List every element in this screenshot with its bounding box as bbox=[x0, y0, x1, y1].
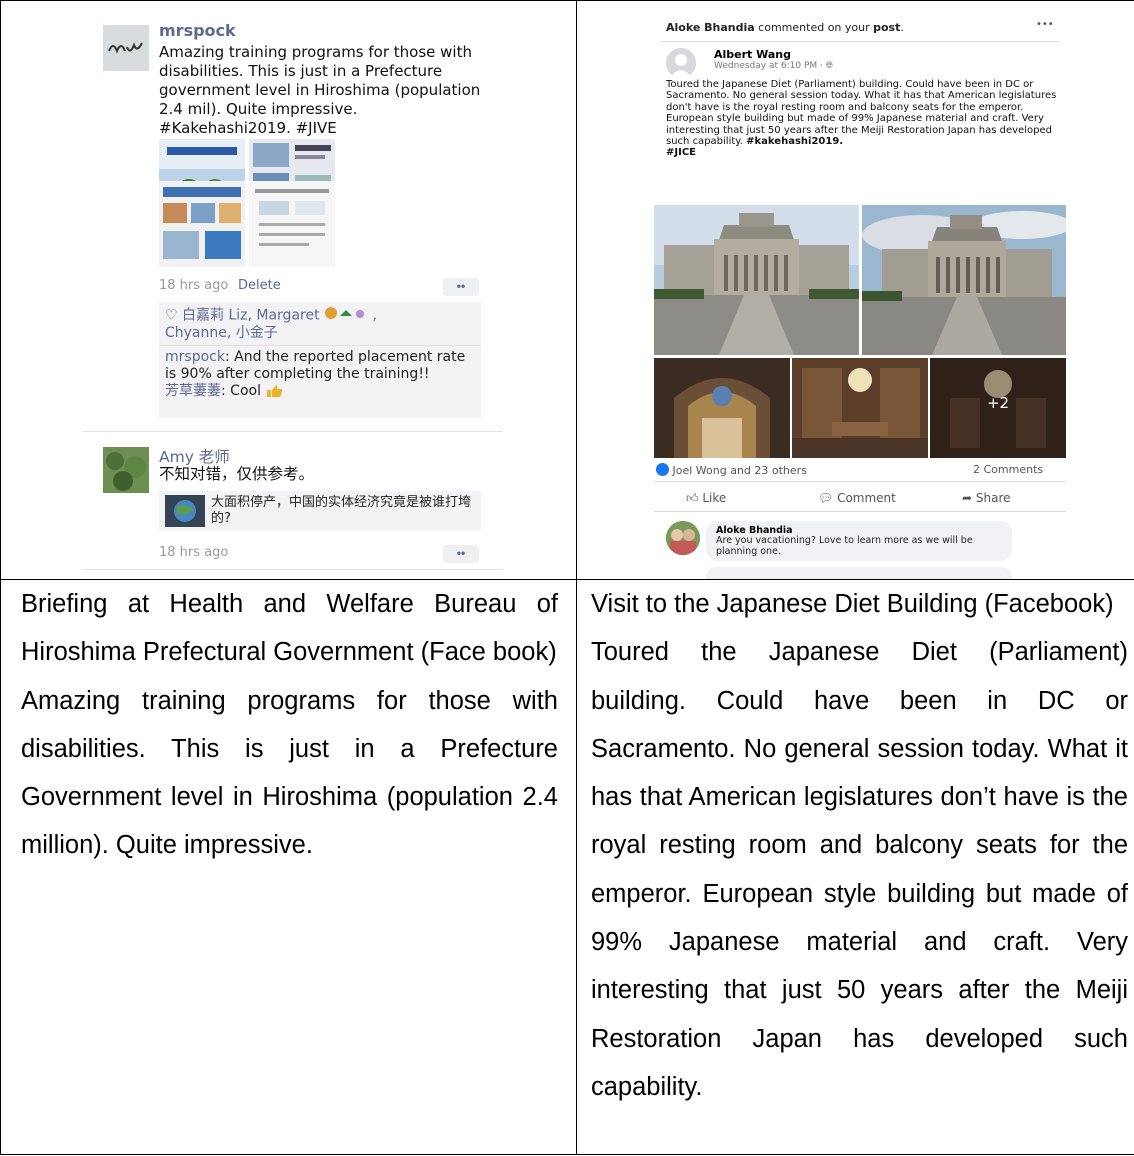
default-profile-icon bbox=[666, 48, 696, 78]
interior-photo-2[interactable] bbox=[792, 358, 928, 458]
share-button[interactable]: ➦ Share bbox=[962, 491, 1011, 505]
post-time: 18 hrs ago bbox=[159, 278, 229, 293]
comments-divider bbox=[159, 345, 481, 346]
diet-building-photo-2[interactable] bbox=[862, 205, 1066, 355]
post-time: 18 hrs ago bbox=[159, 545, 229, 560]
reactions-summary[interactable]: Joel Wong and 23 others bbox=[656, 463, 807, 477]
wechat-moments-screenshot: mrspock Amazing training programs for th… bbox=[83, 1, 503, 579]
notification-name[interactable]: Aloke Bhandia bbox=[666, 21, 755, 34]
comment-author[interactable]: 芳草萋萋 bbox=[165, 383, 221, 399]
right-caption-title: Visit to the Japanese Diet Building (Fac… bbox=[591, 590, 1114, 618]
diet-building-photo-1[interactable] bbox=[654, 205, 859, 355]
likes-line-2[interactable]: Chyanne, 小金子 bbox=[165, 325, 475, 342]
post-meta: Wednesday at 6:10 PM · 🌐︎ bbox=[714, 61, 833, 71]
comment-1[interactable]: mrspock: And the reported placement rate… bbox=[165, 349, 475, 383]
share-arrow-icon: ➦ bbox=[962, 491, 973, 505]
hashtag[interactable]: #JICE bbox=[666, 147, 696, 158]
notification-more-button[interactable]: ••• bbox=[1036, 19, 1054, 30]
left-caption-cell: Briefing at Health and Welfare Bureau of… bbox=[0, 579, 577, 1155]
post-author[interactable]: Amy 老师 bbox=[159, 445, 230, 467]
interior-photo-1[interactable] bbox=[654, 358, 790, 458]
like-button[interactable]: 👍︎ Like bbox=[686, 491, 726, 506]
commenter-avatar[interactable] bbox=[666, 521, 700, 555]
interior-photo-3[interactable]: +2 bbox=[930, 358, 1066, 458]
actions-divider bbox=[654, 481, 1066, 482]
post-photo-3[interactable] bbox=[159, 181, 245, 267]
post-divider bbox=[83, 431, 503, 432]
avatar bbox=[103, 447, 149, 493]
emoji-icons bbox=[324, 306, 368, 325]
comment-bubble-icon: 💬︎ bbox=[818, 491, 834, 505]
post-photo-4[interactable] bbox=[249, 181, 335, 267]
post-author[interactable]: mrspock bbox=[159, 21, 236, 40]
post-author[interactable]: Albert Wang bbox=[714, 48, 791, 61]
right-caption: Visit to the Japanese Diet Building (Fac… bbox=[591, 580, 1128, 1111]
delete-link[interactable]: Delete bbox=[238, 278, 281, 293]
notification-text: commented on your bbox=[754, 21, 874, 34]
layout-table: mrspock Amazing training programs for th… bbox=[0, 0, 1134, 1155]
handwriting-avatar-icon bbox=[103, 25, 149, 71]
bottom-divider bbox=[83, 569, 503, 570]
hashtag[interactable]: #kakehashi2019. bbox=[746, 136, 843, 147]
likes-comma: , bbox=[372, 307, 377, 324]
left-caption: Briefing at Health and Welfare Bureau of… bbox=[21, 580, 558, 870]
document-page: mrspock Amazing training programs for th… bbox=[0, 0, 1134, 1156]
thumbs-up-icon: 👍︎ bbox=[686, 491, 699, 505]
right-caption-body: Toured the Japanese Diet (Parliament) bu… bbox=[591, 638, 1128, 1101]
comment-author[interactable]: mrspock bbox=[165, 349, 225, 365]
post-text: Toured the Japanese Diet (Parliament) bu… bbox=[666, 79, 1058, 159]
left-screenshot-cell: mrspock Amazing training programs for th… bbox=[0, 0, 577, 580]
post-text: 不知对错，仅供参考。 bbox=[159, 465, 315, 483]
post-body: Toured the Japanese Diet (Parliament) bu… bbox=[666, 79, 1057, 148]
avatar bbox=[103, 25, 149, 71]
left-caption-title: Briefing at Health and Welfare Bureau of… bbox=[21, 590, 558, 667]
facebook-screenshot: Aloke Bhandia commented on your post. ••… bbox=[652, 15, 1068, 579]
likes-names[interactable]: ♡ 白嘉莉 Liz, Margaret bbox=[165, 308, 320, 324]
right-caption-cell: Visit to the Japanese Diet Building (Fac… bbox=[576, 579, 1134, 1155]
comment-bubble[interactable]: Aloke Bhandia Are you vacationing? Love … bbox=[706, 521, 1012, 561]
comment-2[interactable]: 芳草萋萋: Cool bbox=[165, 383, 475, 400]
more-photos-count: +2 bbox=[986, 394, 1010, 412]
post-text: Amazing training programs for those with… bbox=[159, 43, 481, 137]
article-title: 大面积停产，中国的实体经济究竟是被谁打垮的? bbox=[211, 495, 472, 526]
notification-period: . bbox=[900, 21, 904, 34]
like-reaction-icon bbox=[656, 463, 669, 476]
globe-icon: 🌐︎ bbox=[825, 61, 833, 71]
notification-header: Aloke Bhandia commented on your post. bbox=[666, 21, 904, 34]
notification-post-link[interactable]: post bbox=[873, 21, 900, 34]
comment-text: Are you vacationing? Love to learn more … bbox=[716, 535, 973, 557]
comment-text: : Cool bbox=[221, 383, 261, 399]
article-thumbnail bbox=[165, 495, 205, 527]
left-caption-body: Amazing training programs for those with… bbox=[21, 686, 558, 860]
more-button[interactable]: •• bbox=[443, 278, 479, 296]
more-button[interactable]: •• bbox=[443, 545, 479, 563]
right-screenshot-cell: Aloke Bhandia commented on your post. ••… bbox=[576, 0, 1134, 580]
shared-article-card[interactable]: 大面积停产，中国的实体经济究竟是被谁打垮的? bbox=[159, 491, 481, 531]
likes-line: ♡ 白嘉莉 Liz, Margaret , bbox=[165, 306, 475, 325]
next-comment-stub bbox=[706, 567, 1012, 579]
header-divider bbox=[660, 41, 1060, 42]
comments-count[interactable]: 2 Comments bbox=[973, 463, 1043, 476]
comment-button[interactable]: 💬︎ Comment bbox=[818, 491, 896, 505]
actions-divider-bottom bbox=[654, 511, 1066, 512]
thumbs-up-icon bbox=[265, 383, 283, 399]
author-avatar[interactable] bbox=[666, 48, 696, 78]
likes-and-comments: ♡ 白嘉莉 Liz, Margaret , Chyanne, 小金子 mrspo… bbox=[159, 302, 481, 418]
